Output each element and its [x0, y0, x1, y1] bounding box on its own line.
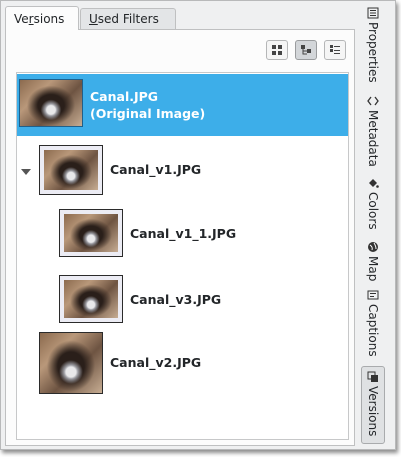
versions-panel-window: Versions Used Filters Canal.JPG (Origina…: [0, 0, 396, 450]
map-icon: [368, 242, 378, 252]
version-item[interactable]: Canal_v2.JPG: [17, 330, 348, 396]
thumbnail-image: [40, 333, 102, 393]
sidebar-tab-label: Map: [366, 256, 380, 282]
version-item[interactable]: Canal_v1_1.JPG: [17, 202, 348, 264]
version-thumbnail: [39, 332, 103, 394]
sidebar-tab-versions[interactable]: Versions: [361, 366, 385, 444]
list-view-button[interactable]: [324, 40, 346, 60]
icon-view-icon: [272, 45, 282, 55]
sidebar-tab-properties[interactable]: Properties: [361, 7, 385, 83]
version-thumbnail: [39, 145, 103, 195]
versions-tab-panel: Canal.JPG (Original Image) Canal_v1.JPG …: [5, 29, 355, 446]
sidebar-tab-label: Properties: [366, 22, 380, 83]
expand-arrow-icon[interactable]: [21, 169, 31, 175]
thumbnail-image: [20, 80, 82, 126]
version-item[interactable]: Canal_v3.JPG: [17, 266, 348, 328]
version-thumbnail: [59, 209, 123, 257]
version-item[interactable]: Canal_v1.JPG: [17, 138, 348, 200]
thumbnail-image: [44, 150, 98, 190]
sidebar-tab-colors[interactable]: Colors: [361, 177, 385, 230]
icon-view-button[interactable]: [266, 40, 288, 60]
version-item-label: Canal.JPG (Original Image): [90, 88, 205, 122]
list-view-icon: [330, 45, 340, 54]
version-filename: Canal.JPG: [90, 89, 159, 104]
sidebar-tab-captions[interactable]: Captions: [361, 289, 385, 357]
right-sidebar: Properties Metadata Colors Map Captions …: [357, 3, 393, 447]
version-item-label: Canal_v1_1.JPG: [130, 226, 237, 241]
thumbnail-image: [64, 280, 118, 318]
version-thumbnail: [19, 79, 83, 127]
metadata-icon: [367, 96, 379, 106]
versions-icon: [367, 371, 378, 382]
version-item-label: Canal_v1.JPG: [110, 162, 202, 177]
sidebar-tab-metadata[interactable]: Metadata: [361, 95, 385, 167]
sidebar-tab-label: Metadata: [366, 110, 380, 167]
captions-icon: [367, 290, 379, 300]
version-subtitle: (Original Image): [90, 106, 206, 121]
sidebar-tab-map[interactable]: Map: [361, 241, 385, 281]
tab-used-filters-label: Used Filters: [89, 12, 159, 26]
version-item-label: Canal_v2.JPG: [110, 355, 202, 370]
tree-view-button[interactable]: [295, 40, 317, 60]
sidebar-tab-label: Captions: [366, 304, 380, 357]
tab-used-filters[interactable]: Used Filters: [80, 8, 176, 29]
colors-icon: [369, 179, 379, 188]
sidebar-tab-label: Versions: [366, 386, 380, 437]
tab-versions-label: Versions: [14, 11, 65, 26]
version-thumbnail: [59, 275, 123, 323]
thumbnail-image: [64, 214, 118, 252]
sidebar-tab-label: Colors: [366, 192, 380, 230]
versions-tree[interactable]: Canal.JPG (Original Image) Canal_v1.JPG …: [16, 72, 349, 440]
properties-icon: [367, 7, 379, 19]
tree-view-icon: [301, 45, 311, 55]
version-item-label: Canal_v3.JPG: [130, 292, 222, 307]
tab-versions[interactable]: Versions: [5, 6, 79, 30]
version-item-original[interactable]: Canal.JPG (Original Image): [17, 74, 348, 136]
